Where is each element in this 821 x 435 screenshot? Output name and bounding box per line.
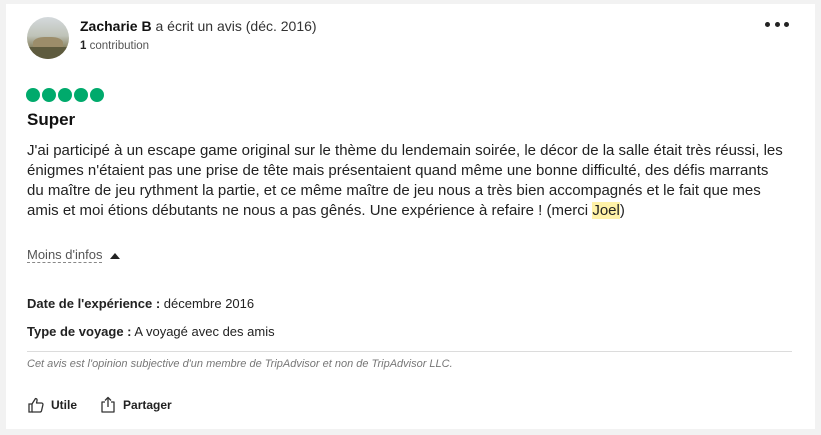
thumbs-up-icon bbox=[28, 397, 44, 413]
helpful-label: Utile bbox=[51, 398, 78, 412]
trip-type-label: Type de voyage : bbox=[27, 324, 132, 339]
review-title: Super bbox=[27, 110, 76, 129]
review-actions: Utile Partager bbox=[27, 396, 172, 414]
author-name[interactable]: Zacharie B bbox=[80, 18, 152, 34]
contributions-label: contribution bbox=[86, 40, 150, 52]
share-label: Partager bbox=[123, 398, 172, 412]
share-icon bbox=[101, 396, 115, 413]
divider bbox=[27, 351, 792, 352]
rating-bubble-icon bbox=[90, 88, 104, 102]
trip-type: Type de voyage : A voyagé avec des amis bbox=[27, 324, 275, 339]
more-options-button[interactable] bbox=[765, 16, 789, 32]
dot-icon bbox=[774, 21, 780, 27]
helpful-button[interactable]: Utile bbox=[27, 396, 77, 414]
caret-up-icon bbox=[110, 252, 121, 259]
rating-bubble-icon bbox=[58, 88, 72, 102]
rating-bubble-icon bbox=[26, 88, 40, 102]
review-card: Zacharie B a écrit un avis (déc. 2016) 1… bbox=[6, 4, 815, 429]
author-action: a écrit un avis (déc. 2016) bbox=[151, 18, 317, 34]
dot-icon bbox=[765, 21, 770, 27]
disclaimer: Cet avis est l'opinion subjective d'un m… bbox=[27, 358, 453, 370]
review-text: J'ai participé à un escape game original… bbox=[27, 142, 783, 219]
experience-date-label: Date de l'expérience : bbox=[27, 296, 161, 311]
highlighted-term: Joel bbox=[592, 202, 620, 219]
contributions: 1 contribution bbox=[80, 40, 149, 52]
rating-bubble-icon bbox=[42, 88, 56, 102]
avatar[interactable] bbox=[27, 17, 69, 59]
rating-bubble-icon bbox=[74, 88, 88, 102]
review-body: J'ai participé à un escape game original… bbox=[27, 141, 787, 221]
less-info-label[interactable]: Moins d'infos bbox=[27, 248, 103, 263]
rating-bubbles bbox=[26, 88, 104, 102]
less-info-toggle[interactable]: Moins d'infos bbox=[27, 248, 121, 263]
experience-date-value: décembre 2016 bbox=[160, 296, 255, 311]
share-button[interactable]: Partager bbox=[99, 396, 172, 414]
trip-type-value: A voyagé avec des amis bbox=[131, 324, 275, 339]
author-line: Zacharie B a écrit un avis (déc. 2016) bbox=[80, 18, 317, 34]
experience-date: Date de l'expérience : décembre 2016 bbox=[27, 296, 254, 311]
review-text-end: ) bbox=[619, 202, 625, 219]
dot-icon bbox=[784, 21, 789, 27]
